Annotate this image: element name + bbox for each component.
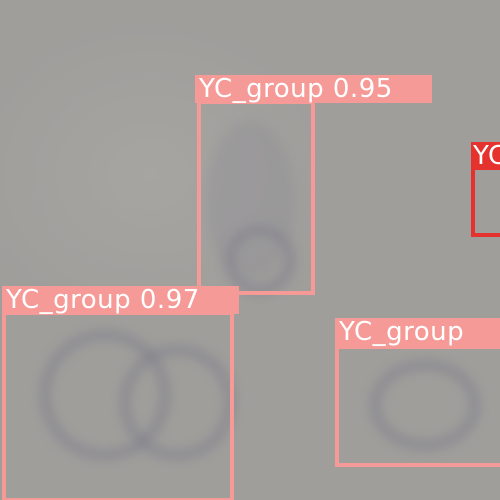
detection-box-2 xyxy=(2,311,234,500)
detection-label-2: YC_group 0.97 xyxy=(2,286,239,314)
detection-box-3 xyxy=(335,345,500,467)
detection-label-3: YC_group xyxy=(335,318,500,346)
detection-box-4 xyxy=(471,165,500,237)
detection-label-1: YC_group 0.95 xyxy=(195,75,432,103)
detection-box-1 xyxy=(197,100,315,295)
detection-label-4: YC xyxy=(471,142,500,170)
detection-image: YC_group 0.95 YC_group 0.97 YC_group YC xyxy=(0,0,500,500)
